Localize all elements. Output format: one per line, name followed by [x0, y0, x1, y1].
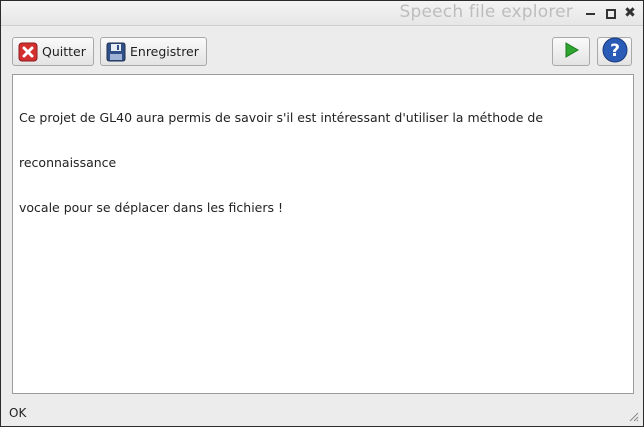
editor-line: vocale pour se déplacer dans les fichier… [19, 200, 283, 215]
help-icon: ? [602, 37, 628, 66]
text-editor[interactable]: Ce projet de GL40 aura permis de savoir … [12, 74, 634, 394]
status-text: OK [9, 406, 27, 420]
help-button[interactable]: ? [597, 37, 632, 66]
play-icon [561, 40, 581, 63]
maximize-icon[interactable] [604, 6, 618, 20]
close-red-icon [18, 42, 38, 62]
minimize-icon[interactable] [584, 6, 598, 20]
toolbar: Quitter Enregistrer ? [1, 27, 643, 71]
window-title: Speech file explorer [399, 2, 573, 22]
svg-text:?: ? [610, 41, 620, 61]
app-window: Speech file explorer ✖ Quitter Enregistr… [0, 0, 644, 427]
save-button[interactable]: Enregistrer [100, 37, 207, 66]
quit-button[interactable]: Quitter [12, 37, 94, 66]
quit-label: Quitter [42, 44, 86, 59]
close-icon[interactable]: ✖ [623, 6, 637, 20]
resize-grip-icon[interactable] [627, 410, 639, 422]
title-bar[interactable]: Speech file explorer ✖ [1, 1, 643, 26]
editor-line: Ce projet de GL40 aura permis de savoir … [19, 110, 544, 125]
save-label: Enregistrer [130, 44, 199, 59]
play-button[interactable] [552, 37, 590, 66]
floppy-disk-icon [106, 42, 126, 62]
editor-line: reconnaissance [19, 155, 117, 170]
